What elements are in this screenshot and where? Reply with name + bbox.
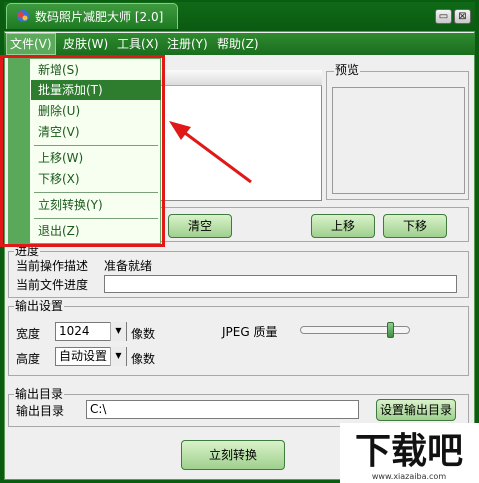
- jpeg-quality-label: JPEG 质量: [222, 325, 278, 339]
- preview-image: [332, 87, 465, 194]
- menu-file[interactable]: 文件(V): [6, 33, 56, 55]
- combo-arrow-icon[interactable]: ▼: [110, 322, 126, 341]
- menu-help[interactable]: 帮助(Z): [214, 33, 262, 55]
- height-unit: 像数: [131, 352, 156, 366]
- output-settings-label: 输出设置: [14, 299, 65, 313]
- menu-tools[interactable]: 工具(X): [114, 33, 162, 55]
- jpeg-quality-slider[interactable]: [300, 322, 410, 338]
- move-up-button[interactable]: 上移: [311, 214, 375, 238]
- clear-button[interactable]: 清空: [168, 214, 232, 238]
- svg-text:下载吧: 下载吧: [355, 431, 463, 472]
- height-value: 自动设置: [59, 349, 108, 363]
- app-icon: [17, 10, 29, 22]
- window-title: 数码照片减肥大师 [2.0]: [35, 10, 164, 24]
- menu-register[interactable]: 注册(Y): [164, 33, 211, 55]
- output-dir-label: 输出目录: [16, 404, 65, 418]
- width-label: 宽度: [16, 327, 41, 341]
- width-value: 1024: [59, 324, 90, 338]
- file-list-header: [160, 70, 322, 86]
- jpeg-quality-thumb[interactable]: [387, 322, 394, 338]
- menu-skin[interactable]: 皮肤(W): [60, 33, 111, 55]
- preview-label: 预览: [334, 63, 361, 77]
- move-down-button[interactable]: 下移: [383, 214, 447, 238]
- output-dir-group-label: 输出目录: [14, 387, 65, 401]
- height-label: 高度: [16, 352, 41, 366]
- output-dir-input[interactable]: C:\: [86, 400, 359, 419]
- width-unit: 像数: [131, 327, 156, 341]
- highlight-box: [0, 55, 165, 247]
- minimize-icon[interactable]: ▭: [435, 9, 452, 24]
- current-op-label: 当前操作描述: [16, 259, 89, 273]
- file-progress-bar: [104, 275, 457, 293]
- file-progress-label: 当前文件进度: [16, 278, 89, 292]
- watermark-logo: 下载吧 www.xiazaiba.com: [340, 423, 479, 483]
- set-output-dir-button[interactable]: 设置输出目录: [376, 399, 456, 421]
- convert-now-button[interactable]: 立刻转换: [181, 440, 285, 470]
- svg-text:www.xiazaiba.com: www.xiazaiba.com: [372, 472, 446, 481]
- combo-arrow-icon[interactable]: ▼: [110, 347, 126, 366]
- close-icon[interactable]: ⊠: [454, 9, 471, 24]
- current-op-value: 准备就绪: [104, 259, 153, 273]
- output-dir-value: C:\: [90, 402, 107, 416]
- annotation-arrow: [169, 121, 252, 184]
